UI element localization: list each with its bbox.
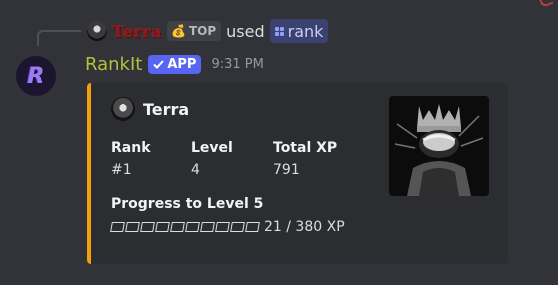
bot-username[interactable]: RankIt bbox=[85, 54, 142, 75]
field-level: Level 4 bbox=[191, 139, 273, 179]
field-total-xp: Total XP 791 bbox=[273, 139, 337, 179]
message-header: RankIt APP 9:31 PM bbox=[85, 52, 264, 76]
reply-user-avatar[interactable] bbox=[87, 21, 107, 41]
used-label: used bbox=[226, 21, 265, 41]
app-badge: APP bbox=[148, 54, 202, 74]
bot-avatar[interactable]: R bbox=[16, 56, 56, 96]
progress-segment bbox=[110, 222, 125, 232]
progress-bar bbox=[110, 222, 260, 232]
verified-check-icon bbox=[153, 59, 165, 69]
rank-embed: Terra Rank #1 Level 4 Total XP 791 Progr… bbox=[87, 83, 508, 264]
embed-author: Terra bbox=[111, 97, 189, 121]
progress-segment bbox=[245, 222, 260, 232]
embed-thumbnail[interactable] bbox=[389, 96, 489, 196]
top-badge-label: TOP bbox=[188, 24, 217, 38]
top-right-mark bbox=[538, 0, 554, 8]
money-bag-icon: 💰 bbox=[170, 24, 186, 38]
top-badge: 💰 TOP bbox=[166, 21, 222, 41]
field-rank: Rank #1 bbox=[111, 139, 191, 179]
progress-label: Progress to Level 5 bbox=[111, 196, 264, 212]
field-level-name: Level bbox=[191, 140, 233, 156]
progress-segment bbox=[170, 222, 185, 232]
embed-author-avatar bbox=[111, 97, 135, 121]
progress-segment bbox=[230, 222, 245, 232]
field-rank-value: #1 bbox=[111, 162, 132, 178]
reply-username[interactable]: Terra bbox=[112, 22, 162, 41]
command-name[interactable]: rank bbox=[288, 22, 324, 41]
progress-segment bbox=[155, 222, 170, 232]
app-badge-label: APP bbox=[167, 56, 197, 72]
progress-segment bbox=[140, 222, 155, 232]
progress-section: Progress to Level 5 21 / 380 XP bbox=[110, 195, 345, 235]
progress-text: 21 / 380 XP bbox=[264, 219, 345, 235]
embed-author-name: Terra bbox=[143, 99, 190, 119]
field-level-value: 4 bbox=[191, 162, 200, 178]
slash-command-pill[interactable]: rank bbox=[269, 19, 329, 43]
progress-segment bbox=[215, 222, 230, 232]
app-command-icon bbox=[274, 26, 284, 36]
field-rank-name: Rank bbox=[111, 140, 151, 156]
progress-row: 21 / 380 XP bbox=[110, 219, 345, 235]
field-total-xp-name: Total XP bbox=[273, 140, 338, 156]
message-timestamp[interactable]: 9:31 PM bbox=[211, 57, 263, 72]
rankit-logo-icon: R bbox=[27, 63, 45, 89]
thumbnail-image bbox=[389, 96, 489, 196]
field-total-xp-value: 791 bbox=[273, 162, 300, 178]
embed-fields: Rank #1 Level 4 Total XP 791 bbox=[111, 139, 337, 179]
progress-segment bbox=[125, 222, 140, 232]
progress-segment bbox=[185, 222, 200, 232]
reply-context[interactable]: Terra 💰 TOP used rank bbox=[40, 18, 329, 44]
progress-segment bbox=[200, 222, 215, 232]
